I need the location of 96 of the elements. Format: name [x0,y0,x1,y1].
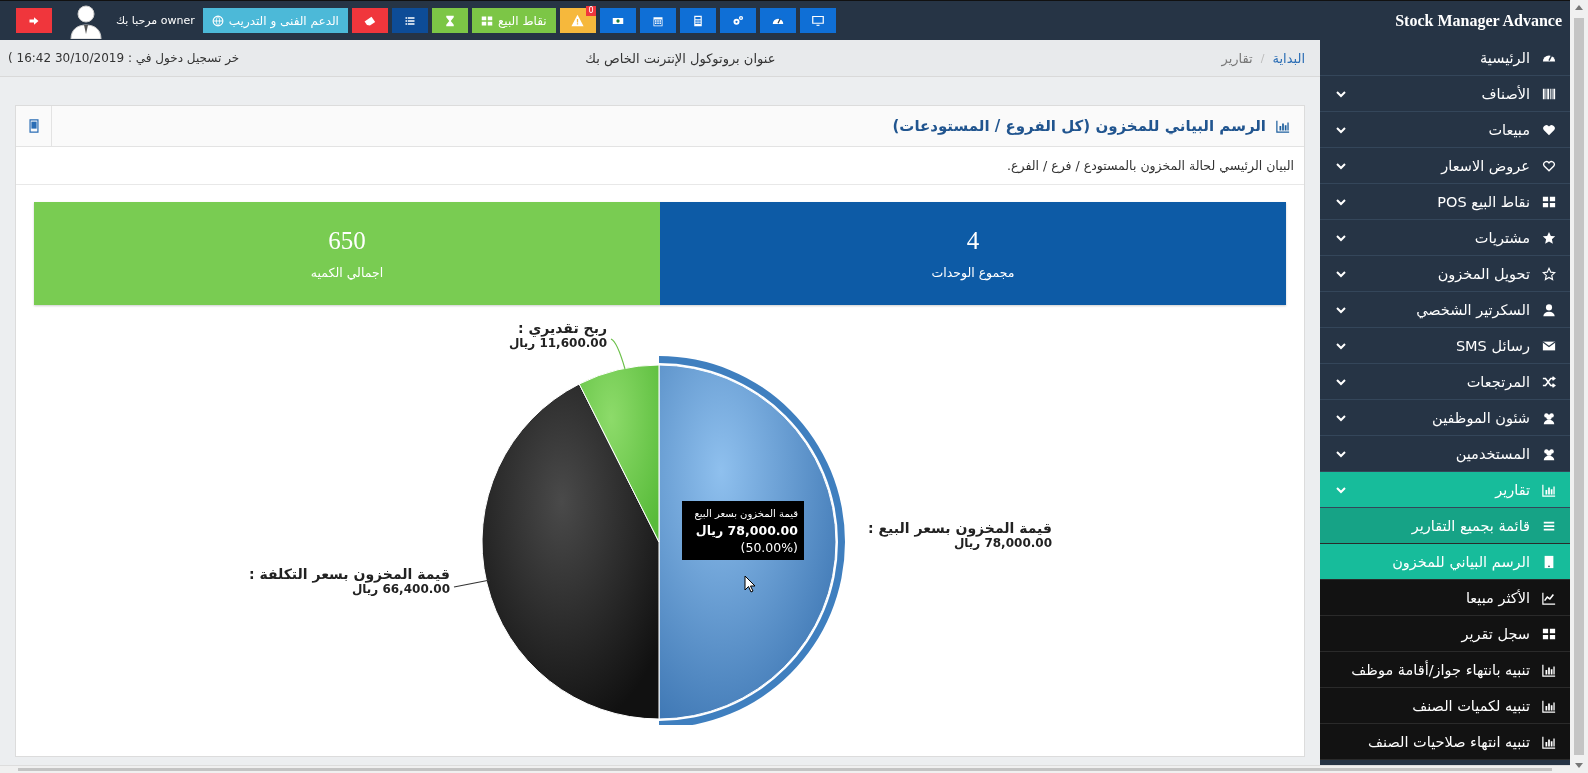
ip-address-label: عنوان بروتوكول الإنترنت الخاص بك [585,50,776,66]
chevron-icon [1336,305,1346,314]
stat-value: 4 [966,227,980,255]
heart-icon [1542,122,1556,137]
chevron-icon [1336,161,1346,170]
stat-value: 650 [328,227,366,255]
slice-value: 78,000.00 ريال [953,536,1052,551]
tooltip-title: قيمة المخزون بسعر البيع [694,507,798,522]
calendar-icon [651,14,664,27]
slice-name: ربح تقديري : [518,321,607,336]
app-title: Stock Manager Advance [1394,11,1563,30]
submenu-item[interactable]: تنبيه انتهاء صلاحيات الصنف [1320,724,1570,760]
bar-chart-icon [1542,734,1556,749]
monitor-button[interactable] [799,8,836,33]
submenu-item[interactable]: سجل تقرير [1320,616,1570,652]
hourglass-button[interactable] [431,8,468,33]
grid-icon [1542,626,1556,641]
chevron-icon [1336,341,1346,350]
sidebar-item[interactable]: نقاط البيع POS [1320,184,1570,220]
slice-name: قيمة المخزون بسعر البيع : [868,521,1052,536]
sidebar-item[interactable]: مشتريات [1320,220,1570,256]
horizontal-scrollbar[interactable] [0,765,1570,773]
bar-chart-icon [1276,119,1290,133]
user-icon [1542,302,1556,317]
warning-icon [571,14,585,27]
greeting-text: مرحبا بك owner [116,14,195,27]
chevron-icon [1336,449,1346,458]
globe-icon [211,14,224,27]
calculator-button[interactable] [679,8,716,33]
list-icon [403,14,416,27]
slice-value: 66,400.00 ريال [351,582,450,597]
vertical-scrollbar[interactable] [1570,0,1588,773]
slice-name: قيمة المخزون بسعر التكلفة : [248,567,450,582]
monitor-icon [811,14,824,27]
panel-title: الرسم البياني للمخزون (كل الفروع / المستودعات) [892,117,1266,135]
breadcrumb-current: تقارير [1221,50,1253,66]
grid-icon [1542,194,1556,209]
sidebar-item[interactable]: شئون الموظفين [1320,400,1570,436]
logout-button[interactable] [16,8,52,33]
chevron-icon [1336,269,1346,278]
barcode-icon [1542,86,1556,101]
bar-chart-icon [1542,662,1556,677]
sidebar-item[interactable]: رسائل SMS [1320,328,1570,364]
shuffle-icon [1542,374,1556,389]
submenu-item[interactable]: تنبيه لكميات الصنف [1320,688,1570,724]
stat-label: اجمالي الكميه [310,265,384,280]
calendar-button[interactable] [639,8,676,33]
chevron-icon [1336,125,1346,134]
alerts-button[interactable]: 0 [559,8,596,33]
stat-label: مجموع الوحدات [931,265,1015,280]
chevron-icon [1336,89,1346,98]
star-o-icon [1542,266,1556,281]
avatar-icon [68,2,104,39]
heart-o-icon [1542,158,1556,173]
list-button[interactable] [391,8,428,33]
chevron-icon [1336,485,1346,494]
calculator-icon [691,14,704,27]
chevron-icon [1336,197,1346,206]
settings-button[interactable] [719,8,756,33]
users-icon [1542,446,1556,461]
chevron-icon [1336,377,1346,386]
line-chart-icon [1542,590,1556,605]
chevron-icon [1336,413,1346,422]
tablet-outline-icon [26,119,41,133]
submenu-item[interactable]: الأكثر مبيعا [1320,580,1570,616]
sidebar-item[interactable]: مبيعات [1320,112,1570,148]
tablet-icon [1542,554,1556,569]
sidebar-item[interactable]: الأصناف [1320,76,1570,112]
sidebar-item[interactable]: السكرتير الشخصي [1320,292,1570,328]
leader-line [610,338,626,370]
users-icon [1542,410,1556,425]
alert-count-badge: 0 [586,6,596,16]
submenu-item[interactable]: تنبيه بانتهاء جواز/أقامة موظف [1320,652,1570,688]
slice-value: 11,600.00 ريال [508,336,607,351]
cursor-icon [744,575,756,593]
sidebar-item[interactable]: تحويل المخزون [1320,256,1570,292]
sidebar-item[interactable]: المرتجعات [1320,364,1570,400]
eraser-icon [363,14,376,27]
tooltip-value: 78,000.00 ريال [695,522,798,539]
last-login-text: خر تسجيل دخول في : 30/10/2019 16:42 ) [8,51,240,65]
panel-subtitle: البيان الرئيسي لحالة المخزون بالمستودع / فرع / الفرع. [16,147,1304,185]
star-icon [1542,230,1556,245]
bar-chart-icon [1542,698,1556,713]
eraser-button[interactable] [351,8,388,33]
breadcrumb-link[interactable]: البداية [1272,50,1305,66]
leader-line [453,579,491,588]
bar-chart-icon [1542,482,1556,497]
hourglass-icon [443,14,456,27]
pie-slice[interactable] [578,364,660,543]
grid-icon [480,14,493,27]
cogs-icon [731,14,744,27]
tooltip-percent: (50.00%) [740,539,798,556]
breadcrumb-separator: / [1260,51,1265,65]
chevron-icon [1336,233,1346,242]
dashboard-button[interactable] [759,8,796,33]
money-button[interactable] [599,8,636,33]
